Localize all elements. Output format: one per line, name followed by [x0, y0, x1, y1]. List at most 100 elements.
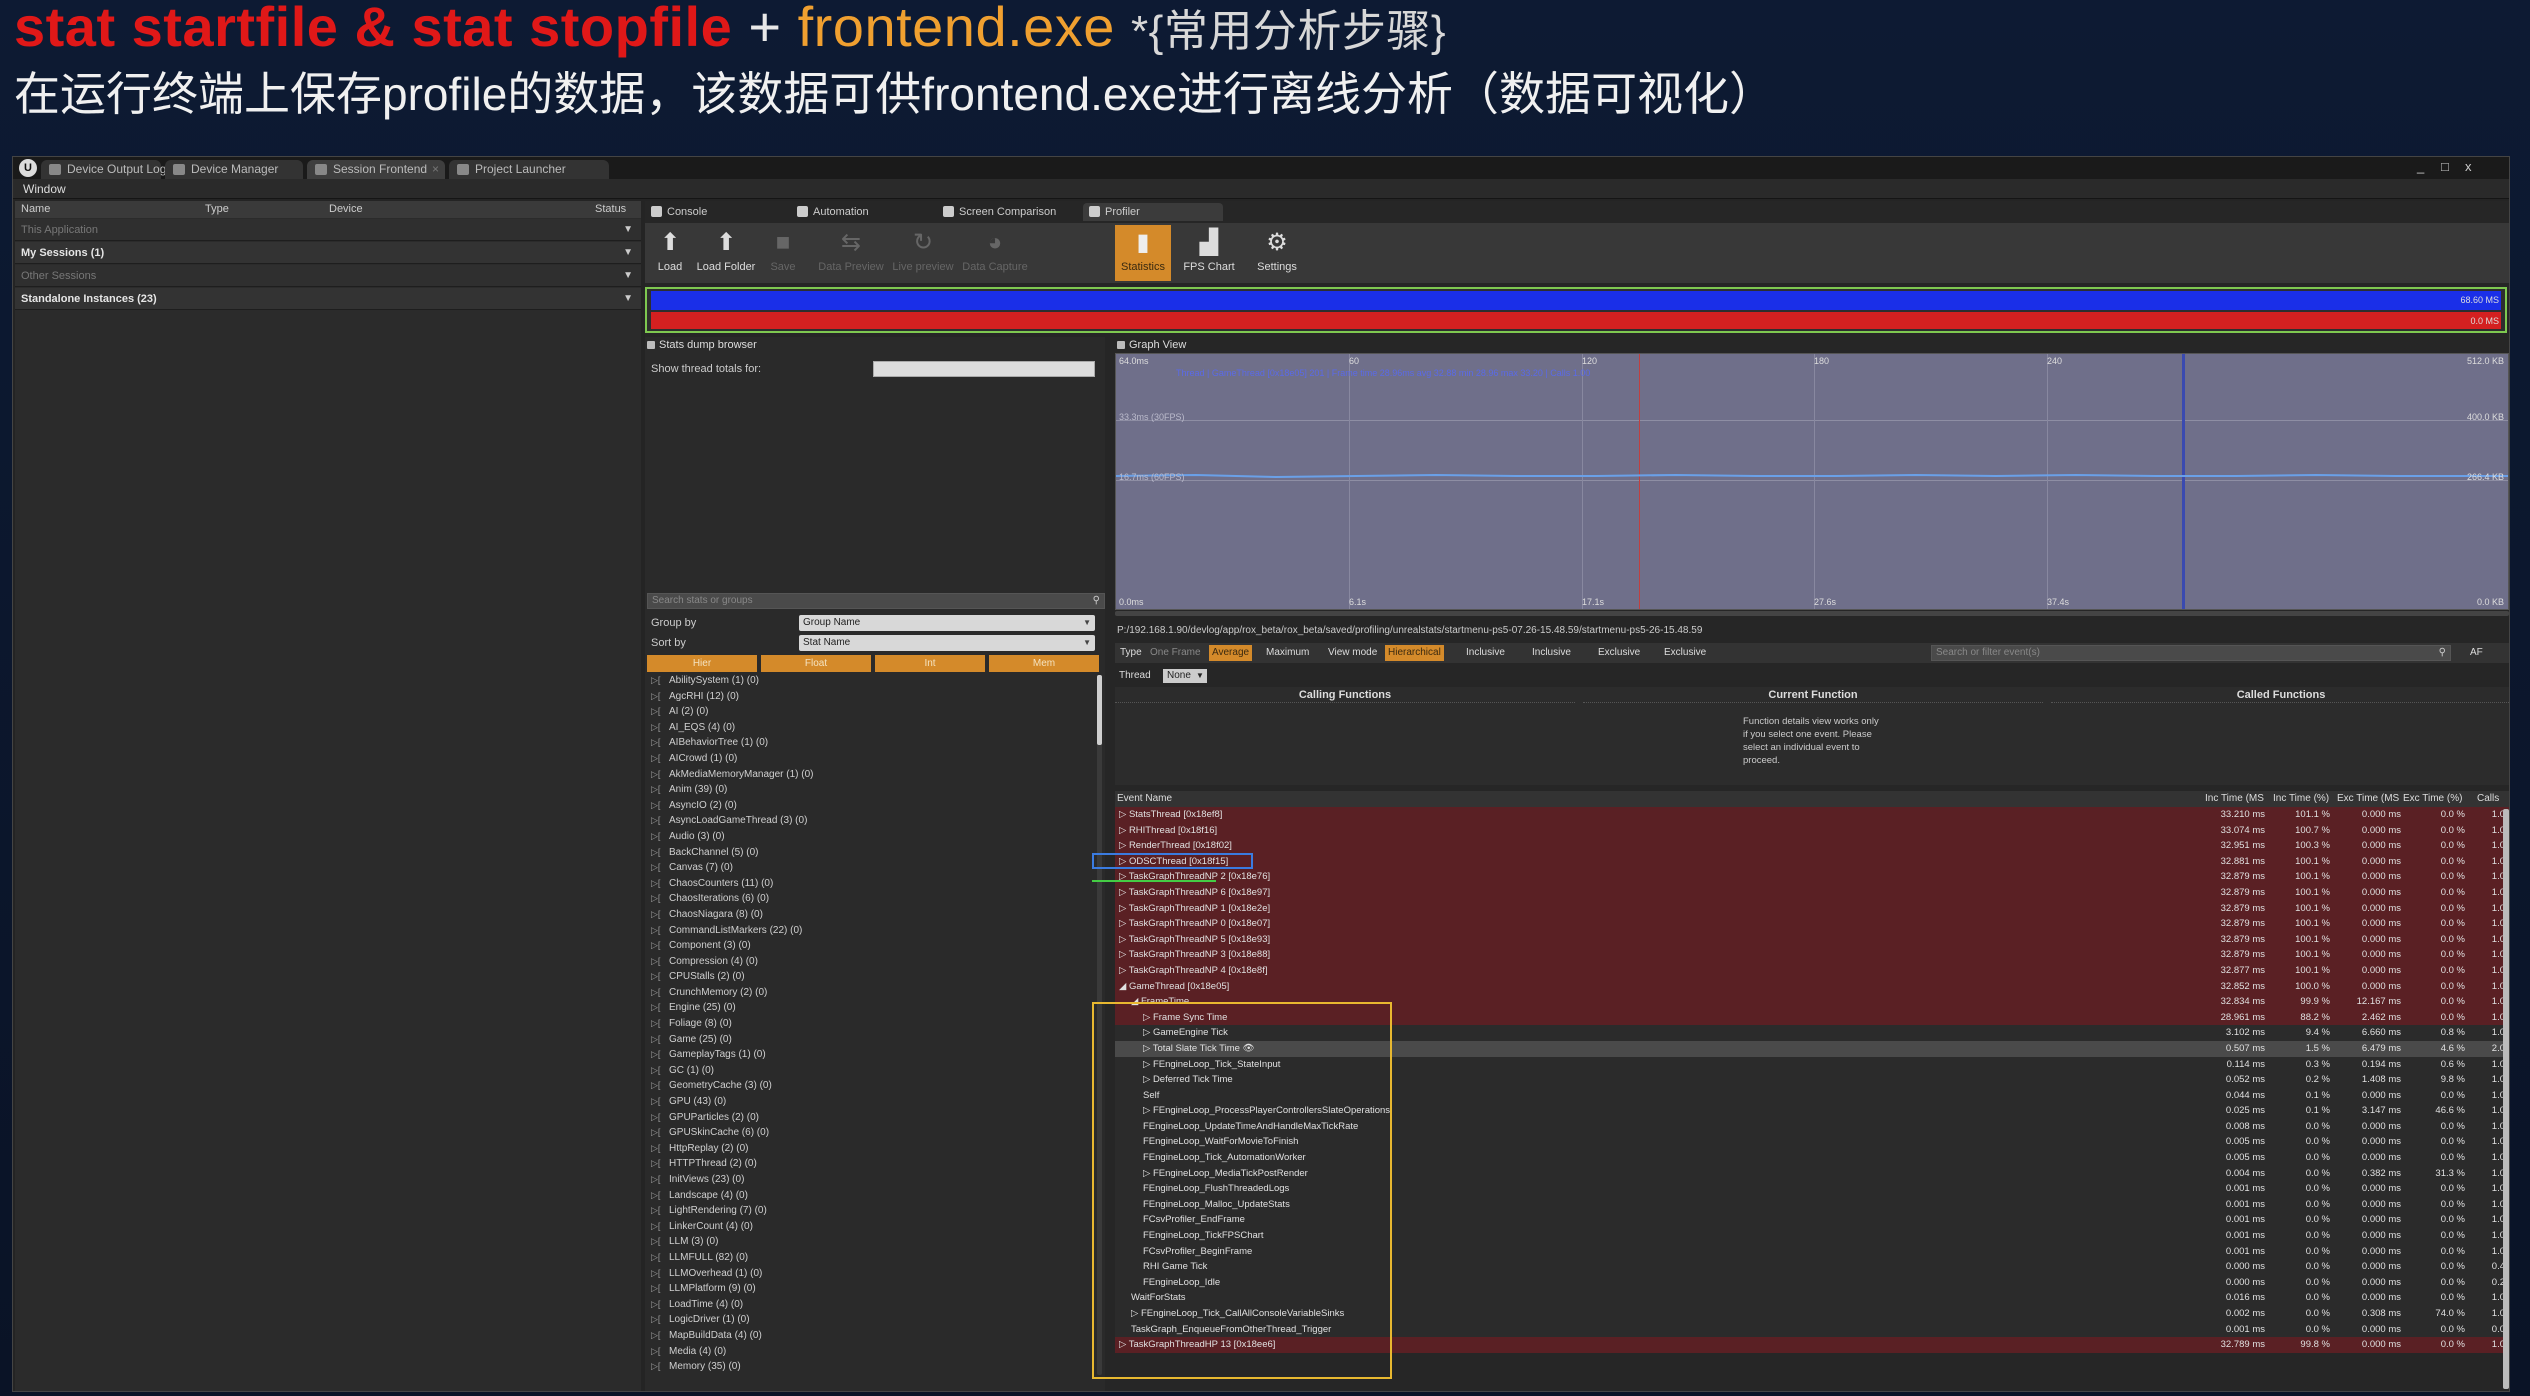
- stat-group-item[interactable]: Memory (35) (0): [649, 1359, 1095, 1375]
- stat-group-item[interactable]: LLMPlatform (9) (0): [649, 1281, 1095, 1297]
- stat-group-item[interactable]: Media (4) (0): [649, 1344, 1095, 1360]
- live-preview-button[interactable]: ↻ Live preview: [889, 225, 957, 281]
- filter-float-button[interactable]: Float: [761, 655, 871, 672]
- event-row[interactable]: ▷ TaskGraphThreadNP 2 [0x18e76] 32.879 ms…: [1115, 869, 2509, 885]
- stat-group-item[interactable]: CommandListMarkers (22) (0): [649, 923, 1095, 939]
- event-row[interactable]: ▷ TaskGraphThreadNP 1 [0x18e2e] 32.879 ms…: [1115, 900, 2509, 917]
- thread-dropdown[interactable]: None ▼: [1163, 669, 1207, 683]
- event-table-scrollbar[interactable]: [2503, 809, 2509, 1389]
- data-preview-button[interactable]: ⇆ Data Preview: [815, 225, 887, 281]
- stat-group-item[interactable]: Canvas (7) (0): [649, 860, 1095, 876]
- col-inc-time-ms[interactable]: Inc Time (MS: [2205, 793, 2264, 804]
- tab-console[interactable]: Console: [645, 203, 785, 221]
- stat-group-item[interactable]: AIBehaviorTree (1) (0): [649, 735, 1095, 751]
- af-toggle[interactable]: AF: [2467, 645, 2486, 661]
- event-row[interactable]: ▷ ODSCThread [0x18f15] 32.881 ms 100.1 % 0.…: [1115, 853, 2509, 870]
- event-row[interactable]: ▷ RenderThread [0x18f02] 32.951 ms 100.3 %…: [1115, 838, 2509, 854]
- stat-group-item[interactable]: ChaosNiagara (8) (0): [649, 907, 1095, 923]
- stat-group-item[interactable]: GPUParticles (2) (0): [649, 1110, 1095, 1126]
- col-exc-time-ms[interactable]: Exc Time (MS: [2337, 793, 2399, 804]
- stat-group-item[interactable]: LightRendering (7) (0): [649, 1203, 1095, 1219]
- stat-group-item[interactable]: AsyncLoadGameThread (3) (0): [649, 813, 1095, 829]
- col-device[interactable]: Device: [329, 201, 363, 218]
- stat-group-item[interactable]: LogicDriver (1) (0): [649, 1312, 1095, 1328]
- tab-project-launcher[interactable]: Project Launcher: [449, 160, 609, 179]
- stat-group-item[interactable]: ChaosCounters (11) (0): [649, 876, 1095, 892]
- col-calls[interactable]: Calls: [2477, 793, 2499, 804]
- stat-group-item[interactable]: CPUStalls (2) (0): [649, 969, 1095, 985]
- col-type[interactable]: Type: [205, 201, 229, 218]
- stat-group-item[interactable]: HTTPThread (2) (0): [649, 1156, 1095, 1172]
- stats-search-input[interactable]: Search stats or groups ⚲: [647, 593, 1105, 609]
- stat-group-item[interactable]: AICrowd (1) (0): [649, 751, 1095, 767]
- filter-mem-button[interactable]: Mem: [989, 655, 1099, 672]
- stat-group-item[interactable]: AsyncIO (2) (0): [649, 798, 1095, 814]
- inclusive-button-2[interactable]: Inclusive: [1529, 645, 1574, 661]
- event-row[interactable]: ◢ GameThread [0x18e05] 32.852 ms 100.0 % 0.…: [1115, 978, 2509, 995]
- tab-profiler[interactable]: Profiler: [1083, 203, 1223, 221]
- exclusive-button-2[interactable]: Exclusive: [1661, 645, 1709, 661]
- stat-group-item[interactable]: GameplayTags (1) (0): [649, 1047, 1095, 1063]
- col-status[interactable]: Status: [595, 201, 626, 218]
- stat-group-item[interactable]: ChaosIterations (6) (0): [649, 891, 1095, 907]
- maximize-button[interactable]: □: [2441, 159, 2449, 174]
- stat-group-item[interactable]: GPU (43) (0): [649, 1094, 1095, 1110]
- event-row[interactable]: ▷ TaskGraphThreadNP 6 [0x18e97] 32.879 ms…: [1115, 884, 2509, 901]
- stat-group-item[interactable]: Compression (4) (0): [649, 954, 1095, 970]
- tab-device-output-log[interactable]: Device Output Log: [41, 160, 166, 179]
- stat-group-item[interactable]: GC (1) (0): [649, 1063, 1095, 1079]
- minimize-button[interactable]: _: [2417, 159, 2424, 174]
- col-event-name[interactable]: Event Name: [1117, 793, 1172, 804]
- thread-totals-field[interactable]: [873, 361, 1095, 377]
- stat-group-item[interactable]: Foliage (8) (0): [649, 1016, 1095, 1032]
- event-row[interactable]: ▷ TaskGraphThreadNP 4 [0x18e8f] 32.877 ms…: [1115, 962, 2509, 979]
- event-row[interactable]: ▷ TaskGraphThreadNP 3 [0x18e88] 32.879 ms…: [1115, 947, 2509, 963]
- stat-group-item[interactable]: Landscape (4) (0): [649, 1188, 1095, 1204]
- event-row[interactable]: ▷ TaskGraphThreadNP 0 [0x18e07] 32.879 ms…: [1115, 916, 2509, 932]
- data-overview-bar[interactable]: 68.60 MS 0.0 MS: [645, 287, 2507, 333]
- event-row[interactable]: ▷ StatsThread [0x18ef8] 33.210 ms 101.1 % 0…: [1115, 807, 2509, 823]
- load-folder-button[interactable]: ⬆ Load Folder: [695, 225, 757, 281]
- stat-group-item[interactable]: AI (2) (0): [649, 704, 1095, 720]
- stat-group-item[interactable]: Component (3) (0): [649, 938, 1095, 954]
- exclusive-button-1[interactable]: Exclusive: [1595, 645, 1643, 661]
- tab-screen-comparison[interactable]: Screen Comparison: [937, 203, 1077, 221]
- graph-area[interactable]: 64.0ms 60 120 180 240 Thread | GameThrea…: [1115, 353, 2509, 610]
- close-window-button[interactable]: x: [2465, 159, 2472, 174]
- stat-group-item[interactable]: LinkerCount (4) (0): [649, 1219, 1095, 1235]
- group-my-sessions[interactable]: My Sessions (1) ▼: [15, 242, 641, 264]
- stat-group-item[interactable]: InitViews (23) (0): [649, 1172, 1095, 1188]
- stat-group-item[interactable]: AbilitySystem (1) (0): [649, 673, 1095, 689]
- stat-group-item[interactable]: LLM (3) (0): [649, 1234, 1095, 1250]
- menu-window[interactable]: Window: [23, 182, 66, 196]
- stat-group-item[interactable]: AI_EQS (4) (0): [649, 720, 1095, 736]
- stat-group-item[interactable]: LLMOverhead (1) (0): [649, 1266, 1095, 1282]
- group-by-dropdown[interactable]: Group Name: [799, 615, 1095, 631]
- stat-group-item[interactable]: Anim (39) (0): [649, 782, 1095, 798]
- event-search-input[interactable]: Search or filter event(s) ⚲: [1931, 645, 2451, 661]
- group-this-application[interactable]: This Application ▼: [15, 219, 641, 241]
- inclusive-button-1[interactable]: Inclusive: [1463, 645, 1508, 661]
- maximum-button[interactable]: Maximum: [1263, 645, 1312, 661]
- stat-group-item[interactable]: AkMediaMemoryManager (1) (0): [649, 767, 1095, 783]
- sort-by-dropdown[interactable]: Stat Name: [799, 635, 1095, 651]
- stat-group-item[interactable]: LLMFULL (82) (0): [649, 1250, 1095, 1266]
- stat-group-item[interactable]: MapBuildData (4) (0): [649, 1328, 1095, 1344]
- stat-group-item[interactable]: AgcRHI (12) (0): [649, 689, 1095, 705]
- close-icon[interactable]: ×: [432, 160, 439, 179]
- graph-scrollbar[interactable]: [1115, 611, 2509, 616]
- group-other-sessions[interactable]: Other Sessions ▼: [15, 265, 641, 287]
- tab-device-manager[interactable]: Device Manager: [165, 160, 303, 179]
- event-row[interactable]: ▷ TaskGraphThreadNP 5 [0x18e93] 32.879 ms…: [1115, 931, 2509, 948]
- stat-group-item[interactable]: GPUSkinCache (6) (0): [649, 1125, 1095, 1141]
- statistics-button[interactable]: ▮ Statistics: [1115, 225, 1171, 281]
- stat-group-item[interactable]: CrunchMemory (2) (0): [649, 985, 1095, 1001]
- one-frame-button[interactable]: One Frame: [1147, 645, 1204, 661]
- save-button[interactable]: ■ Save: [757, 225, 809, 281]
- tab-automation[interactable]: Automation: [791, 203, 931, 221]
- data-capture-button[interactable]: ◕ Data Capture: [957, 225, 1033, 281]
- stat-group-item[interactable]: GeometryCache (3) (0): [649, 1078, 1095, 1094]
- hierarchical-button[interactable]: Hierarchical: [1385, 645, 1444, 661]
- stat-group-item[interactable]: BackChannel (5) (0): [649, 845, 1095, 861]
- group-standalone-instances[interactable]: Standalone Instances (23) ▼: [15, 288, 641, 310]
